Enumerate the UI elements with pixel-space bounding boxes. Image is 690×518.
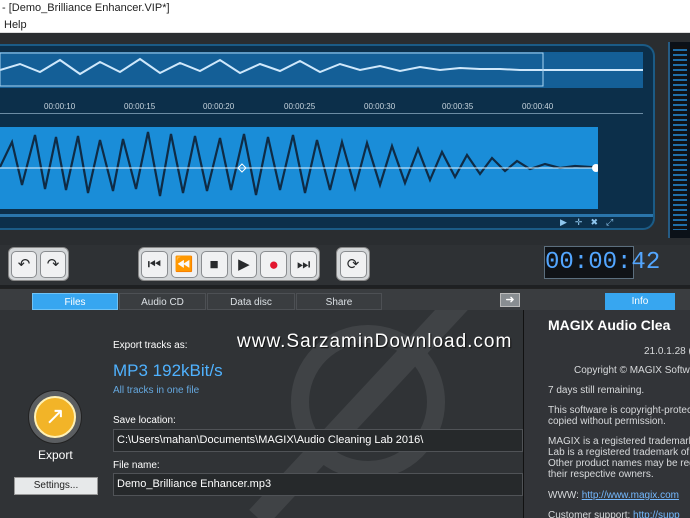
end-button[interactable]: ⏭ [290, 250, 317, 278]
ruler-tick: 00:00:20 [203, 102, 235, 111]
loop-group: ⟳ [336, 247, 370, 281]
ruler-tick: 00:00:40 [522, 102, 554, 111]
file-name-field[interactable]: Demo_Brilliance Enhancer.mp3 [113, 473, 523, 496]
level-meter [668, 42, 690, 238]
time-display: 00:00:42 [544, 246, 660, 279]
menu-help[interactable]: Help [4, 19, 27, 31]
copyright-text-2: copied without permission. [548, 416, 666, 427]
tab-share[interactable]: Share [296, 293, 382, 310]
undo-redo-group: ↶ ↷ [8, 247, 69, 281]
timeline-ruler[interactable]: 00:00:10 00:00:15 00:00:20 00:00:25 00:0… [0, 100, 643, 126]
tab-files[interactable]: Files [32, 293, 118, 310]
title-bar: - [Demo_Brilliance Enhancer.VIP*] [0, 0, 690, 17]
support-line: Customer support: http://supp [548, 510, 680, 518]
bottom-tabs: Files Audio CD Data disc Share ➜ Info [0, 288, 690, 310]
ruler-tick: 00:00:30 [364, 102, 396, 111]
undo-button[interactable]: ↶ [11, 250, 37, 278]
trial-remaining: 7 days still remaining. [548, 385, 645, 396]
www-line: WWW: http://www.magix.com [548, 490, 679, 501]
stop-button[interactable]: ■ [200, 250, 228, 278]
rewind-icon: ⏮ [147, 255, 162, 273]
waveform-area: 00:00:10 00:00:15 00:00:20 00:00:25 00:0… [0, 33, 690, 245]
ruler-tick: 00:00:25 [284, 102, 316, 111]
settings-button[interactable]: Settings... [14, 477, 98, 495]
www-link[interactable]: http://www.magix.com [582, 490, 679, 501]
www-label: WWW: [548, 490, 579, 501]
copyright-line: Copyright © MAGIX Softwa [574, 365, 690, 376]
product-name: MAGIX Audio Clea [548, 317, 671, 333]
trademark-text-1: MAGIX is a registered trademark [548, 436, 690, 447]
support-link[interactable]: http://supp [633, 510, 680, 518]
loop-button[interactable]: ⟳ [339, 250, 367, 278]
ruler-tick: 00:00:15 [124, 102, 156, 111]
audio-cleaning-lab-window: - [Demo_Brilliance Enhancer.VIP*] Help 0… [0, 0, 690, 518]
ruler-tick: 00:00:35 [442, 102, 474, 111]
trademark-text-2: Lab is a registered trademark of [548, 447, 690, 458]
title-prefix: - [2, 2, 6, 14]
product-version: 21.0.1.28 ( [644, 346, 690, 357]
end-icon: ⏭ [296, 255, 311, 273]
ruler-line [0, 113, 643, 114]
save-location-label: Save location: [113, 415, 176, 426]
menu-bar: Help [0, 17, 690, 33]
tab-data-disc[interactable]: Data disc [207, 293, 295, 310]
undo-icon: ↶ [17, 255, 31, 273]
save-location-field[interactable]: C:\Users\mahan\Documents\MAGIX\Audio Cle… [113, 429, 523, 452]
record-icon: ● [268, 254, 279, 274]
arrow-right-icon: ➜ [505, 294, 515, 306]
transport-toolbar: ↶ ↷ ⏮ ⏪ ■ ▶ ● ⏭ ⟳ 00:00:42 [0, 245, 690, 285]
transport-controls: ⏮ ⏪ ■ ▶ ● ⏭ [138, 247, 320, 281]
redo-icon: ↷ [46, 255, 60, 273]
rewind-button[interactable]: ⏮ [141, 250, 168, 278]
redo-button[interactable]: ↷ [40, 250, 66, 278]
panel-arrow-button[interactable]: ➜ [500, 293, 520, 307]
export-button[interactable]: ↗ [28, 390, 82, 444]
previous-button[interactable]: ⏪ [170, 250, 198, 278]
overview-waveform[interactable] [0, 52, 643, 88]
waveform-control-icons[interactable]: ▶✛✖⤢ [560, 217, 621, 228]
tab-info[interactable]: Info [605, 293, 675, 310]
record-button[interactable]: ● [260, 250, 288, 278]
trademark-text-4: their respective owners. [548, 469, 654, 480]
overview-waveform-svg [0, 52, 643, 88]
export-format[interactable]: MP3 192kBit/s [113, 361, 223, 381]
waveform-editor[interactable]: 00:00:10 00:00:15 00:00:20 00:00:25 00:0… [0, 44, 655, 230]
export-button-label[interactable]: Export [38, 448, 73, 462]
copyright-text-1: This software is copyright-protec [548, 405, 690, 416]
trademark-text-3: Other product names may be reg [548, 458, 690, 469]
tab-audio-cd[interactable]: Audio CD [119, 293, 206, 310]
meter-bars [673, 46, 687, 230]
file-name-label: File name: [113, 460, 160, 471]
info-panel: MAGIX Audio Clea 21.0.1.28 ( Copyright ©… [523, 310, 690, 518]
watermark-text: www.SarzaminDownload.com [237, 331, 513, 352]
window-title: [Demo_Brilliance Enhancer.VIP*] [8, 2, 170, 14]
main-waveform-svg [0, 127, 600, 209]
play-button[interactable]: ▶ [230, 250, 258, 278]
support-label: Customer support: [548, 510, 631, 518]
loop-icon: ⟳ [346, 255, 360, 273]
export-tracks-label: Export tracks as: [113, 340, 188, 351]
export-arrow-icon: ↗ [34, 396, 76, 438]
ruler-tick: 00:00:10 [44, 102, 76, 111]
previous-icon: ⏪ [174, 255, 194, 273]
tracks-mode[interactable]: All tracks in one file [113, 385, 199, 396]
play-icon: ▶ [238, 255, 250, 273]
stop-icon: ■ [209, 255, 219, 273]
main-waveform[interactable] [0, 127, 600, 209]
waveform-scroll[interactable] [0, 214, 653, 217]
